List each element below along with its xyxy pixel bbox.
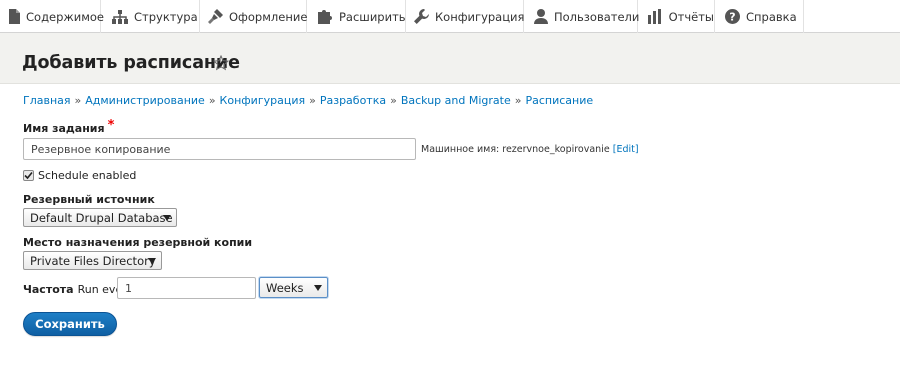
breadcrumb-separator: »: [390, 94, 397, 107]
breadcrumb-separator: »: [74, 94, 82, 107]
destination-label: Место назначения резервной копии: [23, 236, 253, 249]
checkmark-icon: [24, 171, 33, 180]
frequency-unit-select[interactable]: Weeks: [259, 277, 328, 298]
breadcrumb-backup-migrate[interactable]: Backup and Migrate: [401, 94, 511, 107]
breadcrumb-development[interactable]: Разработка: [320, 94, 386, 107]
toolbar-item-reports[interactable]: Отчёты: [638, 0, 715, 33]
star-icon[interactable]: [213, 55, 229, 71]
wrench-icon: [414, 9, 429, 25]
destination-value: Private Files Directory: [30, 253, 156, 268]
destination-select[interactable]: Private Files Directory: [23, 251, 162, 270]
frequency-number-input[interactable]: 1: [117, 277, 256, 299]
task-name-value: Резервное копирование: [31, 142, 171, 156]
sitemap-icon: [112, 9, 128, 25]
document-icon: [8, 9, 20, 25]
help-icon: ?: [724, 9, 740, 25]
frequency-label: Частота: [23, 282, 74, 296]
breadcrumb-schedule[interactable]: Расписание: [525, 94, 593, 107]
required-mark: *: [107, 118, 115, 133]
paint-brush-icon: [208, 9, 223, 25]
save-button[interactable]: Сохранить: [23, 312, 117, 336]
backup-source-select[interactable]: Default Drupal Database: [23, 208, 177, 227]
machine-name: Машинное имя: rezervnoe_kopirovanie [Edi…: [421, 144, 639, 155]
svg-text:?: ?: [729, 11, 735, 24]
task-name-label: Имя задания *: [23, 118, 115, 136]
toolbar-item-help[interactable]: ? Справка: [715, 0, 804, 33]
frequency-unit-value: Weeks: [266, 280, 304, 295]
toolbar-item-appearance[interactable]: Оформление: [200, 0, 307, 33]
schedule-enabled-label: Schedule enabled: [38, 169, 137, 182]
page-title: Добавить расписание: [22, 53, 240, 73]
task-name-label-text: Имя задания: [23, 122, 105, 135]
frequency-value: 1: [125, 281, 132, 295]
toolbar-item-label: Оформление: [229, 9, 308, 24]
breadcrumb-admin[interactable]: Администрирование: [85, 94, 205, 107]
user-icon: [534, 9, 548, 25]
toolbar-item-label: Содержимое: [26, 9, 105, 24]
toolbar-item-label: Справка: [746, 9, 797, 24]
backup-source-value: Default Drupal Database: [30, 210, 173, 225]
breadcrumb-separator: »: [208, 94, 216, 107]
chevron-down-icon: [163, 214, 171, 221]
schedule-enabled-checkbox[interactable]: [23, 170, 34, 181]
breadcrumb-separator: »: [514, 94, 522, 107]
toolbar-item-structure[interactable]: Структура: [101, 0, 200, 33]
schedule-enabled-row: Schedule enabled: [23, 169, 136, 182]
breadcrumb-separator: »: [309, 94, 316, 107]
toolbar-item-label: Расширить: [339, 9, 406, 24]
toolbar-item-people[interactable]: Пользователи: [524, 0, 640, 33]
puzzle-icon: [318, 9, 333, 25]
breadcrumb: Главная» Администрирование» Конфигурация» Р…: [23, 94, 593, 107]
toolbar-item-extend[interactable]: Расширить: [307, 0, 406, 33]
task-name-input[interactable]: Резервное копирование: [23, 138, 416, 160]
chevron-down-icon: [148, 257, 156, 264]
machine-name-text: Машинное имя: rezervnoe_kopirovanie: [421, 144, 610, 155]
backup-source-label: Резервный источник: [23, 193, 155, 206]
machine-name-edit-link[interactable]: [Edit]: [613, 144, 639, 155]
toolbar-item-configuration[interactable]: Конфигурация: [406, 0, 524, 33]
toolbar-item-label: Пользователи: [554, 9, 640, 24]
bar-chart-icon: [648, 9, 663, 25]
toolbar-item-label: Конфигурация: [435, 9, 525, 24]
toolbar-item-label: Структура: [134, 9, 198, 24]
toolbar-item-content[interactable]: Содержимое: [0, 0, 105, 33]
toolbar-item-label: Отчёты: [668, 9, 714, 24]
breadcrumb-home[interactable]: Главная: [23, 94, 71, 107]
chevron-down-icon: [314, 284, 322, 291]
admin-toolbar: Содержимое Структура Оформление Расширит…: [0, 0, 900, 33]
breadcrumb-configuration[interactable]: Конфигурация: [220, 94, 306, 107]
